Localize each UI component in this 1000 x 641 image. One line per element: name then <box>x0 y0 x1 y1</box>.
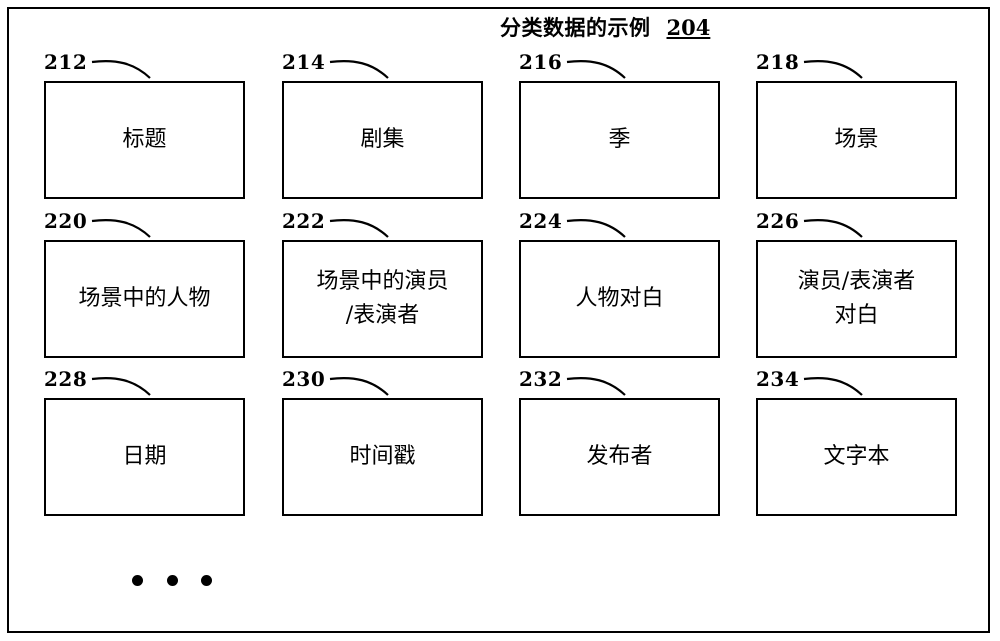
category-box-228[interactable]: 日期 <box>44 398 245 516</box>
category-box-label-230: 时间戳 <box>349 444 416 469</box>
patent-figure: 分类数据的示例 204 212 标题 214 剧集 216 季 218 场景 220 场景中的人物… <box>0 0 1000 641</box>
category-box-label-218: 场景 <box>834 127 879 152</box>
reference-number-222: 222 <box>282 209 326 233</box>
category-box-232[interactable]: 发布者 <box>519 398 720 516</box>
reference-number-216: 216 <box>519 50 563 74</box>
category-box-label-212: 标题 <box>122 127 167 152</box>
figure-caption-number: 204 <box>666 14 711 40</box>
reference-number-220: 220 <box>44 209 88 233</box>
category-box-label-232: 发布者 <box>586 444 653 469</box>
category-box-212[interactable]: 标题 <box>44 81 245 199</box>
ellipsis-dot <box>166 574 178 586</box>
category-box-220[interactable]: 场景中的人物 <box>44 240 245 358</box>
category-box-230[interactable]: 时间戳 <box>282 398 483 516</box>
reference-number-212: 212 <box>44 50 88 74</box>
category-box-label-214: 剧集 <box>360 127 405 152</box>
category-box-224[interactable]: 人物对白 <box>519 240 720 358</box>
reference-number-226: 226 <box>756 209 800 233</box>
category-box-label-226: 演员/表演者 对白 <box>797 269 916 328</box>
category-box-label-224: 人物对白 <box>575 286 664 311</box>
reference-number-228: 228 <box>44 367 88 391</box>
category-box-218[interactable]: 场景 <box>756 81 957 199</box>
ellipsis-indicator <box>132 568 212 592</box>
reference-number-214: 214 <box>282 50 326 74</box>
category-box-label-216: 季 <box>608 127 631 152</box>
reference-number-234: 234 <box>756 367 800 391</box>
category-box-216[interactable]: 季 <box>519 81 720 199</box>
reference-number-218: 218 <box>756 50 800 74</box>
category-box-222[interactable]: 场景中的演员 /表演者 <box>282 240 483 358</box>
category-box-226[interactable]: 演员/表演者 对白 <box>756 240 957 358</box>
category-box-234[interactable]: 文字本 <box>756 398 957 516</box>
reference-number-232: 232 <box>519 367 563 391</box>
category-box-214[interactable]: 剧集 <box>282 81 483 199</box>
category-box-label-220: 场景中的人物 <box>78 286 211 311</box>
reference-number-224: 224 <box>519 209 563 233</box>
reference-number-230: 230 <box>282 367 326 391</box>
category-box-label-228: 日期 <box>122 444 167 469</box>
figure-caption-text: 分类数据的示例 <box>500 15 651 40</box>
ellipsis-dot <box>132 574 143 586</box>
category-box-label-234: 文字本 <box>823 444 890 469</box>
category-box-label-222: 场景中的演员 /表演者 <box>316 269 449 328</box>
ellipsis-dot <box>201 574 212 586</box>
figure-caption: 分类数据的示例 204 <box>500 12 790 42</box>
